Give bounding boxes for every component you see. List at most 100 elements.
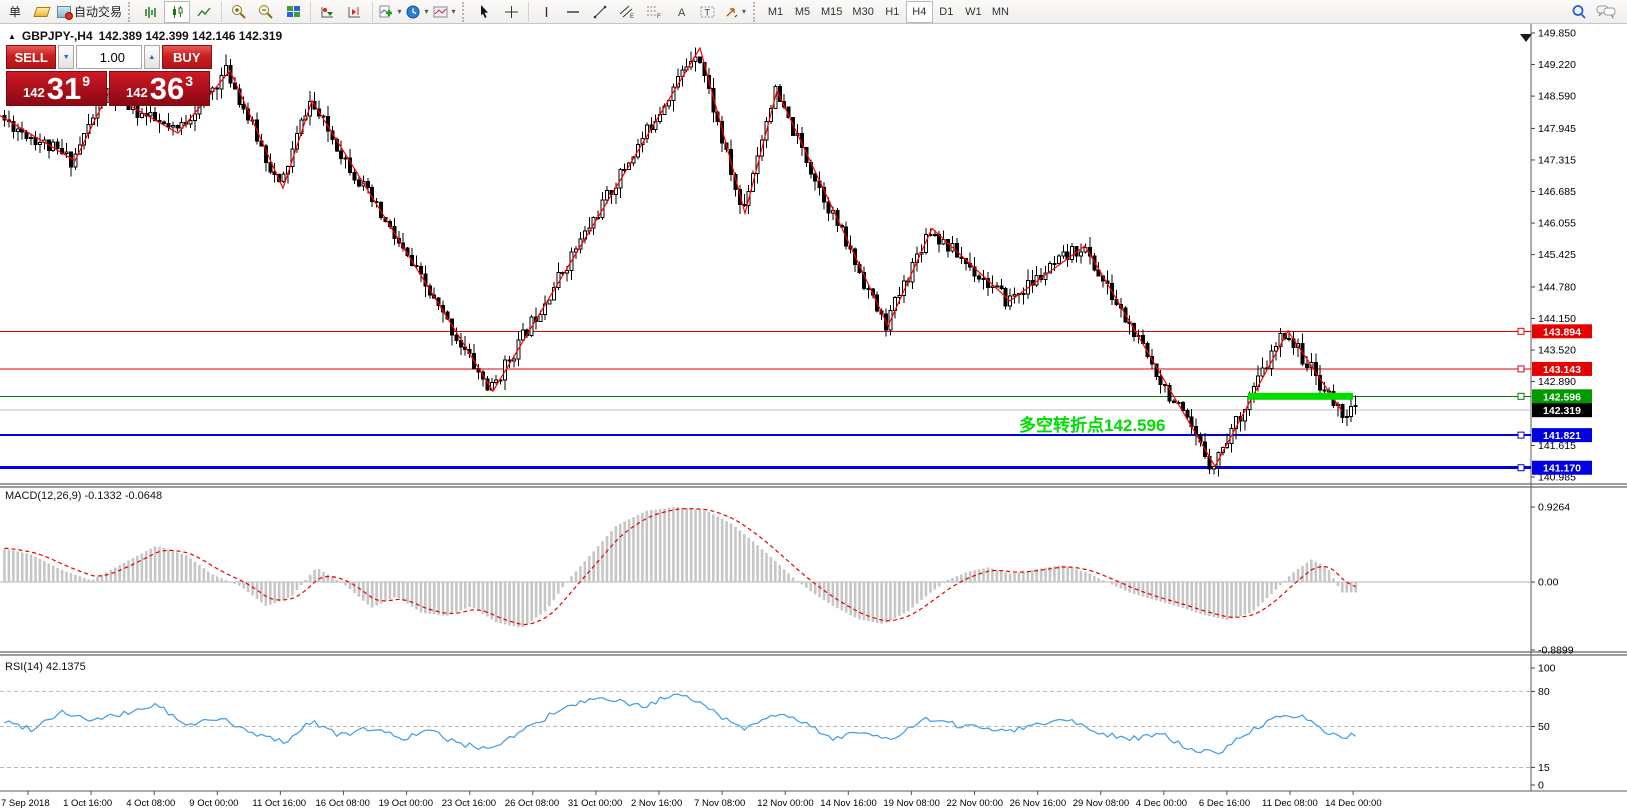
candle-body [1186,411,1189,417]
candle-body [340,151,343,158]
candle-body [1288,339,1291,340]
candle-body [344,158,347,159]
chart-shift-button[interactable] [342,1,368,23]
candlestick-chart-button[interactable] [164,1,190,23]
rsi-scale-label: 100 [1538,663,1556,675]
sell-price-display[interactable]: 142319 [6,71,107,106]
equidistant-channel-icon: E [619,4,635,19]
one-click-panel-toggle-icon[interactable]: ▲ [8,32,16,41]
time-axis-label: 14 Dec 00:00 [1325,798,1382,809]
sell-button[interactable]: SELL [6,45,56,69]
candle-body [30,138,33,139]
candle-body [605,190,608,200]
price-tag-label: 142.319 [1543,405,1581,417]
new-chart-button[interactable]: ▾ [377,1,403,23]
pivot-highlight-bar[interactable] [1248,393,1353,400]
candle-body [978,276,981,279]
candle-body [34,138,37,145]
candle-body [933,235,936,236]
fibonacci-button[interactable]: F [641,1,667,23]
svg-text:T: T [705,7,711,17]
crosshair-button[interactable] [498,1,524,23]
timeframe-button-M15[interactable]: M15 [816,1,847,23]
auto-scroll-button[interactable] [315,1,341,23]
candle-body [827,202,830,213]
auto-trading-button[interactable]: 自动交易 [56,1,123,23]
periods-button[interactable]: ▾ [404,1,430,23]
volume-increase-button[interactable]: ▲ [144,45,160,69]
equidistant-channel-button[interactable]: E [614,1,640,23]
price-tag-label: 142.596 [1543,391,1581,403]
buy-price-display[interactable]: 142363 [109,71,210,106]
text-label-button[interactable]: T [695,1,721,23]
text-tool-button[interactable]: A [668,1,694,23]
candle-body [947,240,950,252]
toolbar-gripper [462,2,466,22]
candle-body [65,152,68,153]
price-tick-label: 147.945 [1538,123,1576,135]
macd-signal-line [5,509,1356,625]
candle-body [1164,385,1167,386]
zoom-out-button[interactable] [253,1,279,23]
timeframe-button-D1[interactable]: D1 [933,1,960,23]
line-chart-button[interactable] [191,1,217,23]
chart-canvas[interactable]: 149.850149.220148.590147.945147.315146.6… [0,0,1627,812]
tile-windows-icon [286,5,301,19]
timeframe-button-H1[interactable]: H1 [879,1,906,23]
candle-body [1173,401,1176,403]
time-axis-label: 9 Oct 00:00 [189,798,238,809]
zoom-in-button[interactable] [226,1,252,23]
order-ticket-icon [33,7,50,17]
clock-icon [406,5,421,19]
price-tick-label: 143.520 [1538,345,1576,357]
price-tag-label: 141.170 [1543,463,1581,475]
trendline-button[interactable] [587,1,613,23]
candle-body [171,125,174,127]
svg-text:F: F [657,14,661,19]
cursor-button[interactable] [471,1,497,23]
timeframe-button-H4[interactable]: H4 [906,1,933,23]
templates-button[interactable]: ▾ [431,1,457,23]
new-order-button[interactable]: 单 [2,1,28,23]
timeframe-button-M5[interactable]: M5 [789,1,816,23]
bar-chart-icon [143,5,158,19]
auto-trading-icon [57,6,71,18]
price-tick-label: 147.315 [1538,154,1576,166]
community-chat-button[interactable] [1593,1,1619,23]
time-axis-label: 19 Oct 00:00 [379,798,433,809]
buy-button[interactable]: BUY [162,45,212,69]
price-tick-label: 149.220 [1538,59,1576,71]
volume-decrease-button[interactable]: ▼ [58,45,74,69]
zoom-in-icon [231,4,247,19]
candle-body [1062,252,1065,256]
time-axis-label: 26 Nov 16:00 [1010,798,1067,809]
volume-input[interactable] [76,45,142,69]
timeframe-button-M30[interactable]: M30 [847,1,878,23]
horizontal-line-button[interactable] [560,1,586,23]
chevron-down-icon: ▾ [398,7,402,16]
bar-chart-button[interactable] [137,1,163,23]
rsi-pane: 1008050150 [0,663,1556,792]
chart-shift-marker[interactable] [1520,34,1532,42]
timeframe-button-M1[interactable]: M1 [762,1,789,23]
price-tick-label: 148.590 [1538,91,1576,103]
time-axis-label: 6 Dec 16:00 [1199,798,1250,809]
order-ticket-button[interactable] [29,1,55,23]
candle-body [193,114,196,121]
timeframe-button-MN[interactable]: MN [987,1,1014,23]
vertical-line-button[interactable] [533,1,559,23]
toolbar-separator [372,2,373,22]
macd-scale-label: 0.9264 [1538,502,1570,514]
sell-price-figure: 142 [23,85,45,100]
candle-body [495,380,498,383]
tile-windows-button[interactable] [280,1,306,23]
search-button[interactable] [1566,1,1592,23]
rsi-scale-label: 15 [1538,762,1550,774]
shapes-button[interactable]: ▾ [722,1,748,23]
sell-price-point: 9 [82,73,90,89]
vertical-line-icon [540,5,553,19]
chevron-down-icon: ▾ [452,7,456,16]
time-axis-label: 12 Nov 00:00 [757,798,814,809]
candle-body [366,182,369,188]
timeframe-button-W1[interactable]: W1 [960,1,987,23]
